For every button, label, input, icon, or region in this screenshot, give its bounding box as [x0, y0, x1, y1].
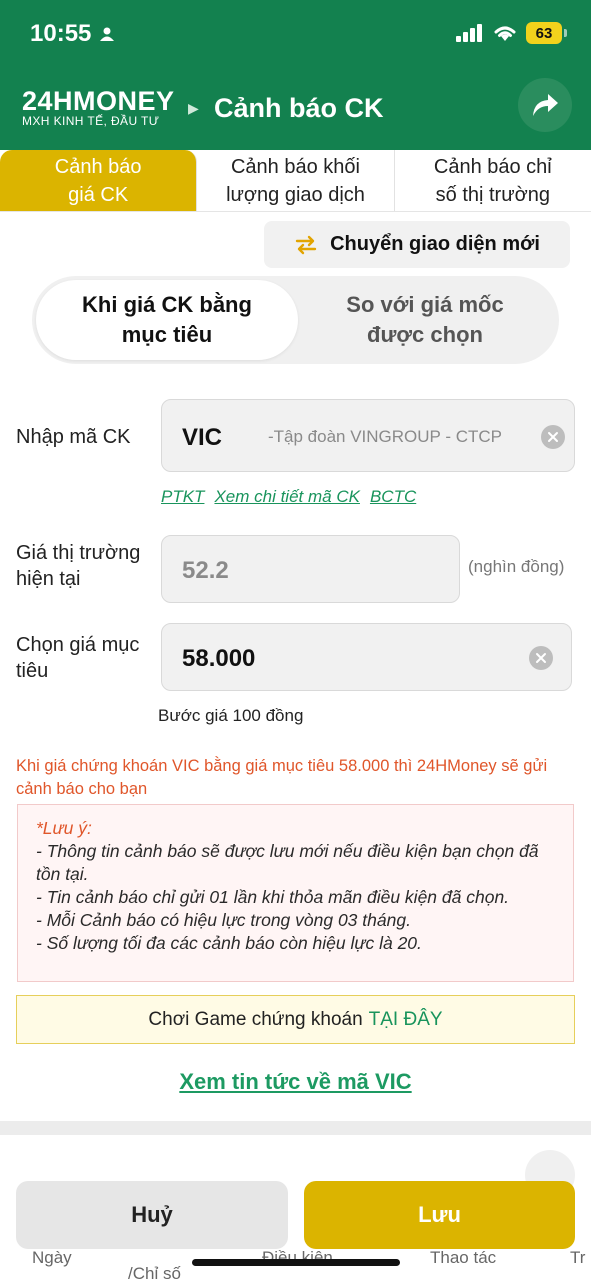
- clock-text: 10:55: [30, 20, 92, 47]
- tab-index-alert[interactable]: Cảnh báo chỉ số thị trường: [395, 150, 591, 211]
- market-price-label: Giá thị trường hiện tại: [16, 542, 141, 590]
- condition-segmented-control: Khi giá CK bằng mục tiêu So với giá mốc …: [32, 276, 559, 364]
- wifi-icon: [494, 26, 516, 41]
- note-line: - Số lượng tối đa các cảnh báo còn hiệu …: [36, 933, 422, 953]
- app-logo[interactable]: 24HMONEY MXH KINH TẾ, ĐẦU TƯ: [22, 86, 175, 129]
- ticker-input[interactable]: VIC -Tập đoàn VINGROUP - CTCP: [161, 399, 575, 472]
- battery-level: 63: [535, 24, 553, 42]
- price-step-text: Bước giá 100 đồng: [158, 706, 304, 725]
- target-price-input[interactable]: 58.000: [161, 623, 572, 691]
- status-icons: 63: [456, 22, 567, 44]
- target-price-label: Chọn giá mục tiêu: [16, 634, 140, 682]
- game-banner[interactable]: Chơi Game chứng khoán TẠI ĐÂY: [16, 995, 575, 1044]
- note-line: - Mỗi Cảnh báo có hiệu lực trong vòng 03…: [36, 910, 411, 930]
- cancel-button[interactable]: Huỷ: [16, 1181, 288, 1249]
- switch-interface-label: Chuyển giao diện mới: [330, 233, 540, 255]
- clear-ticker-icon[interactable]: [541, 425, 565, 449]
- price-unit: (nghìn đồng): [468, 557, 565, 576]
- signal-icon: [456, 24, 482, 42]
- segment-reference-price[interactable]: So với giá mốc được chọn: [294, 280, 556, 360]
- ticker-company-name: -Tập đoàn VINGROUP - CTCP: [268, 427, 502, 446]
- logo-main: 24HMONEY: [22, 86, 175, 116]
- alert-type-tabs: Cảnh báo giá CK Cảnh báo khối lượng giao…: [0, 150, 591, 212]
- tab-price-alert[interactable]: Cảnh báo giá CK: [0, 150, 198, 211]
- target-price-value: 58.000: [182, 645, 256, 672]
- ticker-label: Nhập mã CK: [16, 426, 131, 448]
- switch-interface-button[interactable]: Chuyển giao diện mới: [264, 221, 570, 268]
- market-price-value: 52.2: [182, 557, 229, 584]
- market-price-field: 52.2: [161, 535, 460, 603]
- home-indicator[interactable]: [192, 1259, 400, 1266]
- battery-tip: [564, 29, 567, 37]
- section-divider: [0, 1121, 591, 1135]
- status-time: 10:55: [30, 20, 115, 48]
- stock-news-link[interactable]: Xem tin tức về mã VIC: [0, 1069, 591, 1095]
- ticker-value: VIC: [182, 424, 223, 451]
- share-button[interactable]: [518, 78, 572, 132]
- game-banner-text: Chơi Game chứng khoán: [148, 1008, 363, 1030]
- segment-target-price[interactable]: Khi giá CK bằng mục tiêu: [36, 280, 298, 360]
- logo-sub: MXH KINH TẾ, ĐẦU TƯ: [22, 114, 160, 128]
- person-icon: [100, 27, 115, 41]
- game-banner-link[interactable]: TẠI ĐÂY: [369, 1009, 443, 1031]
- battery-icon: 63: [526, 22, 562, 44]
- tab-volume-alert[interactable]: Cảnh báo khối lượng giao dịch: [197, 150, 395, 211]
- save-button[interactable]: Lưu: [304, 1181, 575, 1249]
- note-box: *Lưu ý: - Thông tin cảnh báo sẽ được lưu…: [17, 804, 574, 982]
- link-bctc[interactable]: BCTC: [370, 487, 416, 507]
- breadcrumb-arrow-icon: ▶: [188, 100, 199, 116]
- swap-icon: [295, 235, 317, 254]
- note-line: - Tin cảnh báo chỉ gửi 01 lần khi thỏa m…: [36, 887, 510, 907]
- alert-description: Khi giá chứng khoán VIC bằng giá mục tiê…: [16, 757, 548, 798]
- clear-target-icon[interactable]: [529, 646, 553, 670]
- note-line: - Thông tin cảnh báo sẽ được lưu mới nếu…: [36, 841, 539, 884]
- page-title: Cảnh báo CK: [214, 93, 384, 123]
- link-stock-detail[interactable]: Xem chi tiết mã CK: [214, 487, 360, 507]
- note-title: *Lưu ý:: [36, 818, 92, 838]
- share-icon: [533, 94, 558, 116]
- ticker-links: PTKT Xem chi tiết mã CK BCTC: [161, 487, 416, 507]
- link-ptkt[interactable]: PTKT: [161, 487, 204, 507]
- app-header: 10:55 63 24HMONEY MXH KINH TẾ, ĐẦU TƯ ▶ …: [0, 0, 591, 150]
